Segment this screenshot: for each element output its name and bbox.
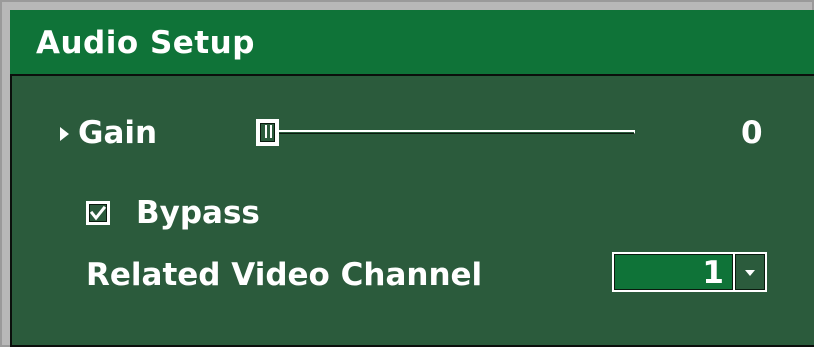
related-video-channel-select[interactable]: 1 xyxy=(612,252,767,292)
gain-slider-track[interactable] xyxy=(277,130,635,134)
bypass-checkbox[interactable] xyxy=(86,201,110,225)
gain-expand-icon[interactable] xyxy=(60,127,69,141)
select-value: 1 xyxy=(702,255,724,291)
select-value-field[interactable]: 1 xyxy=(614,254,733,290)
dropdown-button[interactable] xyxy=(735,254,765,290)
bypass-label: Bypass xyxy=(136,195,260,231)
window-title: Audio Setup xyxy=(36,25,255,61)
gain-value: 0 xyxy=(741,115,763,151)
chevron-down-icon xyxy=(745,270,755,276)
related-video-channel-label: Related Video Channel xyxy=(86,257,483,293)
title-bar: Audio Setup xyxy=(10,10,814,74)
gain-slider-thumb[interactable] xyxy=(256,119,279,146)
check-icon xyxy=(89,205,107,221)
gain-label: Gain xyxy=(78,115,158,151)
audio-setup-window: Audio Setup Gain 0 Bypass Related Video … xyxy=(0,0,814,347)
